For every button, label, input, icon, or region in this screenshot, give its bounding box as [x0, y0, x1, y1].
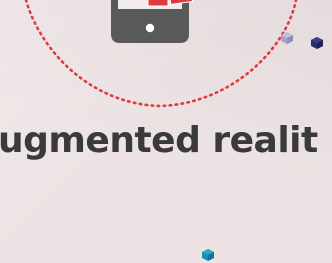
- cube-icon: [202, 249, 214, 261]
- ar-illustration: [24, 0, 323, 108]
- cube-icon: [311, 37, 323, 49]
- headline: ugmented realit: [0, 120, 318, 161]
